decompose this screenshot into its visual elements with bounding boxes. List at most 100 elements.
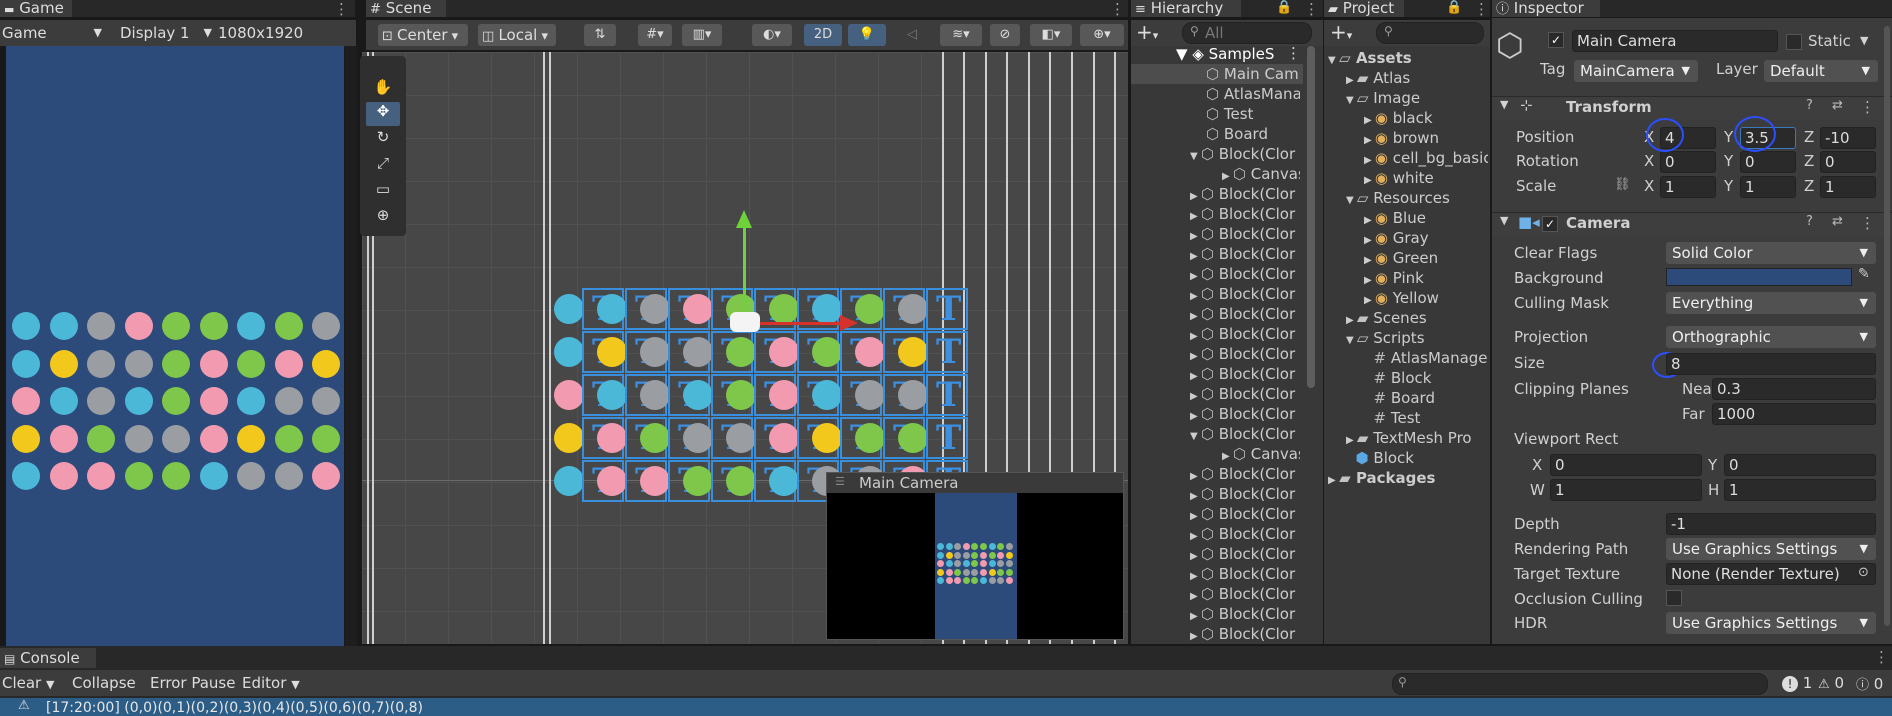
camera-gizmo-icon[interactable] bbox=[730, 312, 760, 332]
log-count-toggle[interactable]: ⓘ 0 bbox=[1856, 674, 1883, 693]
console-search-input[interactable] bbox=[1392, 673, 1768, 695]
project-item[interactable]: # AtlasManage bbox=[1364, 348, 1488, 368]
project-item[interactable]: ▶ ◉ Pink bbox=[1364, 268, 1488, 288]
hierarchy-item[interactable]: ▶ ⬡ Block(Clor bbox=[1190, 604, 1300, 624]
rotation-x-field[interactable]: 0 bbox=[1660, 151, 1716, 173]
rotate-tool-icon[interactable]: ↻ bbox=[366, 128, 400, 150]
project-lock-icon[interactable]: 🔒 bbox=[1446, 0, 1462, 15]
project-item[interactable]: ▶ ◉ Green bbox=[1364, 248, 1488, 268]
project-item[interactable]: ▶ ◉ black bbox=[1364, 108, 1488, 128]
hierarchy-item[interactable]: ▶ ⬡ Block(Clor bbox=[1190, 364, 1300, 384]
preset-icon[interactable]: ⇄ bbox=[1832, 98, 1843, 113]
increment-snap-button[interactable]: ▥▾ bbox=[682, 24, 722, 46]
tab-game[interactable]: ▬ Game bbox=[0, 0, 72, 17]
effects-button[interactable]: ≋▾ bbox=[940, 24, 982, 46]
tab-scene[interactable]: # Scene bbox=[366, 0, 446, 17]
camera-foldout-icon[interactable]: ▼ bbox=[1500, 214, 1508, 227]
move-tool-icon[interactable]: ✥ bbox=[366, 102, 400, 126]
static-dropdown-icon[interactable]: ▼ bbox=[1860, 34, 1868, 47]
scale-x-field[interactable]: 1 bbox=[1660, 176, 1716, 198]
hierarchy-item[interactable]: ⬡ Main Cam bbox=[1206, 64, 1300, 84]
project-item[interactable]: # Board bbox=[1364, 388, 1488, 408]
game-mode-dropdown[interactable]: Game ▼ bbox=[2, 21, 106, 45]
hierarchy-item[interactable]: ▶ ⬡ Block(Clor bbox=[1190, 564, 1300, 584]
grid-snap-button[interactable]: #▾ bbox=[638, 24, 672, 46]
hierarchy-item[interactable]: ▶ ⬡ Block(Clor bbox=[1190, 344, 1300, 364]
target-texture-field[interactable]: None (Render Texture) bbox=[1666, 563, 1876, 585]
constrain-proportions-icon[interactable]: ⛓ bbox=[1614, 177, 1631, 192]
scene-root-item[interactable]: ▼ ◈ SampleS bbox=[1176, 44, 1274, 64]
y-axis-arrow-icon[interactable] bbox=[736, 210, 752, 228]
position-z-field[interactable]: -10 bbox=[1820, 127, 1876, 149]
hierarchy-item[interactable]: ▶ ⬡ Block(Clor bbox=[1190, 184, 1300, 204]
x-axis-handle[interactable] bbox=[746, 322, 842, 325]
gizmos-button[interactable]: ⊕▾ bbox=[1080, 24, 1124, 46]
clear-flags-dropdown[interactable]: Solid Color ▼ bbox=[1666, 242, 1876, 264]
hierarchy-item[interactable]: ▶ ⬡ Block(Clor bbox=[1190, 504, 1300, 524]
scene-root-menu-icon[interactable]: ⋮ bbox=[1286, 44, 1301, 62]
tab-hierarchy[interactable]: ≡ Hierarchy bbox=[1131, 0, 1241, 17]
project-item[interactable]: # Test bbox=[1364, 408, 1488, 428]
pivot-center-dropdown[interactable]: ⊡ Center ▾ bbox=[378, 24, 468, 46]
component-menu-icon[interactable]: ⋮ bbox=[1860, 98, 1875, 116]
hierarchy-item[interactable]: ▶ ⬡ Block(Clor bbox=[1190, 244, 1300, 264]
hierarchy-item[interactable]: ▶ ⬡ Block(Clor bbox=[1190, 464, 1300, 484]
project-add-button[interactable]: +▾ bbox=[1330, 20, 1352, 44]
console-menu-icon[interactable]: ⋮ bbox=[1874, 648, 1889, 666]
camera-settings-button[interactable]: ◧▾ bbox=[1030, 24, 1072, 46]
editor-dropdown[interactable]: Editor ▼ bbox=[242, 671, 300, 695]
gameobject-active-checkbox[interactable]: ✓ bbox=[1548, 32, 1564, 48]
static-checkbox[interactable] bbox=[1786, 34, 1802, 50]
error-pause-button[interactable]: Error Pause bbox=[150, 671, 235, 695]
viewport-h-field[interactable]: 1 bbox=[1724, 479, 1876, 501]
space-local-dropdown[interactable]: ◫ Local ▾ bbox=[478, 24, 556, 46]
hierarchy-item[interactable]: ▶ ⬡ Block(Clor bbox=[1190, 584, 1300, 604]
draw-mode-button[interactable]: ◐▾ bbox=[752, 24, 792, 46]
hierarchy-item[interactable]: ▶ ⬡ Block(Clor bbox=[1190, 624, 1300, 644]
hierarchy-item[interactable]: ▼ ⬡ Block(Clor bbox=[1190, 424, 1300, 444]
game-panel-menu-icon[interactable]: ⋮ bbox=[334, 0, 349, 18]
projection-dropdown[interactable]: Orthographic ▼ bbox=[1666, 326, 1876, 348]
size-field[interactable]: 8 bbox=[1666, 353, 1876, 375]
hierarchy-item[interactable]: ▶ ⬡ Block(Clor bbox=[1190, 264, 1300, 284]
project-item[interactable]: ▶ ◉ cell_bg_basic bbox=[1364, 148, 1488, 168]
hierarchy-add-button[interactable]: +▾ bbox=[1136, 20, 1158, 44]
project-item[interactable]: ⬢ Block bbox=[1346, 448, 1488, 468]
project-item[interactable]: ▶ ▰ Scenes bbox=[1346, 308, 1488, 328]
eyedropper-icon[interactable]: ✎ bbox=[1858, 266, 1870, 282]
far-field[interactable]: 1000 bbox=[1712, 403, 1876, 425]
hierarchy-item[interactable]: ⬡ Board bbox=[1206, 124, 1300, 144]
viewport-w-field[interactable]: 1 bbox=[1550, 479, 1702, 501]
layer-dropdown[interactable]: Default ▼ bbox=[1764, 60, 1878, 82]
lighting-toggle-button[interactable]: 💡 bbox=[848, 24, 886, 46]
occlusion-culling-checkbox[interactable] bbox=[1666, 590, 1682, 606]
hierarchy-item[interactable]: ▶ ⬡ Canvas bbox=[1222, 164, 1300, 184]
hierarchy-item[interactable]: ⬡ Test bbox=[1206, 104, 1300, 124]
tab-project[interactable]: ▰ Project bbox=[1324, 0, 1404, 17]
project-item[interactable]: ▶ ◉ Yellow bbox=[1364, 288, 1488, 308]
hdr-dropdown[interactable]: Use Graphics Settings ▼ bbox=[1666, 612, 1876, 634]
project-item[interactable]: ▼ ▱ Resources bbox=[1346, 188, 1488, 208]
y-axis-handle[interactable] bbox=[743, 226, 746, 326]
project-item[interactable]: ▶ ◉ Blue bbox=[1364, 208, 1488, 228]
hierarchy-scrollbar[interactable] bbox=[1307, 46, 1315, 388]
hierarchy-item[interactable]: ▶ ⬡ Block(Clor bbox=[1190, 404, 1300, 424]
toggle-2d-button[interactable]: 2D bbox=[804, 24, 842, 46]
x-axis-arrow-icon[interactable] bbox=[840, 315, 858, 331]
camera-enabled-checkbox[interactable]: ✓ bbox=[1542, 216, 1558, 232]
tab-console[interactable]: ▤ Console bbox=[0, 648, 96, 668]
hierarchy-item[interactable]: ▼ ⬡ Block(Clor bbox=[1190, 144, 1300, 164]
culling-mask-dropdown[interactable]: Everything ▼ bbox=[1666, 292, 1876, 314]
hierarchy-menu-icon[interactable]: ⋮ bbox=[1304, 0, 1319, 18]
help-icon[interactable]: ? bbox=[1806, 98, 1813, 113]
hierarchy-item[interactable]: ▶ ⬡ Block(Clor bbox=[1190, 324, 1300, 344]
hierarchy-item[interactable]: ▶ ⬡ Canvas bbox=[1222, 444, 1300, 464]
hierarchy-item[interactable]: ▶ ⬡ Block(Clor bbox=[1190, 284, 1300, 304]
gameobject-name-field[interactable]: Main Camera bbox=[1572, 30, 1778, 52]
inspector-scrollbar[interactable] bbox=[1884, 26, 1890, 626]
project-item[interactable]: ▶ ◉ white bbox=[1364, 168, 1488, 188]
project-item[interactable]: # Block bbox=[1364, 368, 1488, 388]
rotation-y-field[interactable]: 0 bbox=[1740, 151, 1796, 173]
hierarchy-item[interactable]: ▶ ⬡ Block(Clor bbox=[1190, 484, 1300, 504]
error-count-toggle[interactable]: ! 1 bbox=[1782, 674, 1812, 692]
